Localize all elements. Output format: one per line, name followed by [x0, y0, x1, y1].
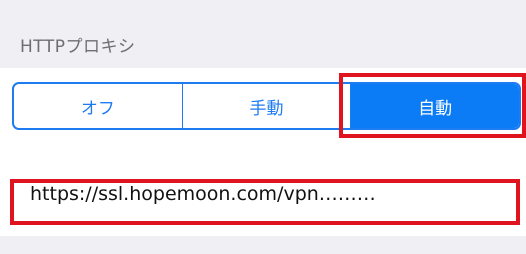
section-title: HTTPプロキシ [20, 37, 136, 57]
bottom-spacer [0, 236, 526, 254]
proxy-mode-segmented-control: オフ 手動 自動 [12, 82, 521, 130]
auto-config-url-row[interactable]: https://ssl.hopemoon.com/vpn……… [0, 148, 526, 236]
segment-off[interactable]: オフ [14, 84, 182, 128]
segment-manual[interactable]: 手動 [181, 84, 351, 128]
auto-config-url-field[interactable]: https://ssl.hopemoon.com/vpn……… [30, 183, 376, 205]
proxy-mode-row: オフ 手動 自動 [0, 68, 526, 148]
section-header: HTTPプロキシ [0, 0, 526, 68]
segment-auto[interactable]: 自動 [350, 84, 519, 128]
